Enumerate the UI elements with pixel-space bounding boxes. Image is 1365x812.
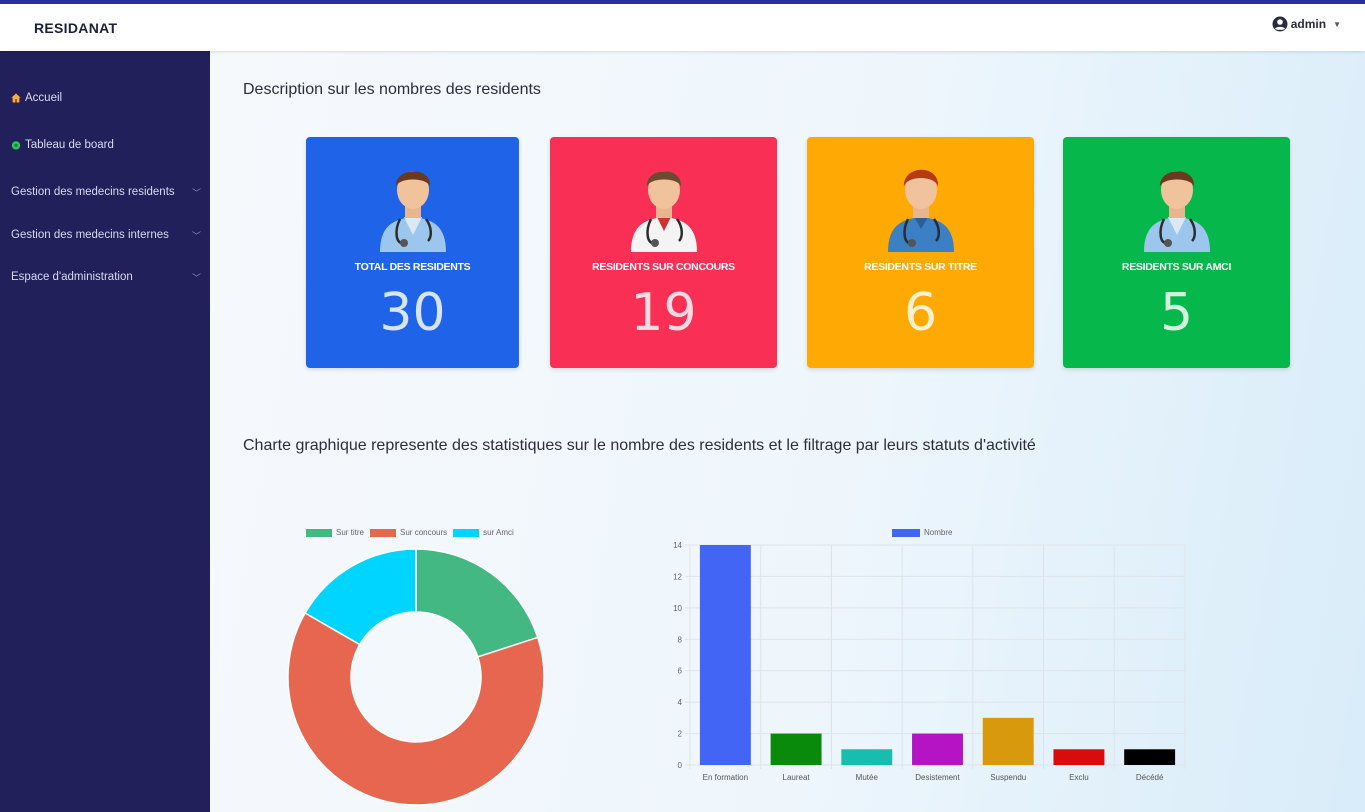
card-value: 5: [1159, 283, 1194, 343]
user-name: admin: [1290, 17, 1327, 31]
x-tick-label: Desistement: [915, 773, 960, 782]
x-tick-label: En formation: [703, 773, 748, 782]
legend-label: Sur concours: [400, 528, 448, 537]
legend-item-sur-concours[interactable]: Sur concours: [370, 528, 447, 537]
x-tick-label: Laureat: [783, 773, 811, 782]
donut-chart: [287, 548, 545, 806]
section-title-charts: Charte graphique represente des statisti…: [243, 437, 1036, 454]
doctor-icon: [379, 171, 446, 252]
card-label: TOTAL DES RESIDENTS: [354, 261, 471, 273]
card-value: 30: [379, 283, 446, 343]
sidebar-item-label: Gestion des medecins residents: [11, 186, 175, 198]
legend-swatch: [892, 528, 920, 537]
donut-legend: Sur titre Sur concours sur Amci: [306, 528, 514, 537]
sidebar-item-gestion-internes[interactable]: Gestion des medecins internes ﹀: [11, 229, 201, 241]
doctor-icon: [887, 169, 954, 252]
caret-down-icon: ▼: [1333, 19, 1341, 29]
sidebar-item-accueil[interactable]: Accueil: [11, 92, 201, 104]
y-tick-label: 14: [673, 541, 682, 550]
y-tick-label: 10: [673, 604, 682, 613]
y-tick-label: 6: [678, 667, 683, 676]
x-tick-label: Exclu: [1069, 773, 1089, 782]
legend-swatch: [370, 528, 397, 537]
legend-item-sur-amci[interactable]: sur Amci: [453, 528, 514, 537]
sidebar-item-administration[interactable]: Espace d'administration ﹀: [11, 271, 201, 283]
main-content: Description sur les nombres des resident…: [210, 51, 1365, 812]
y-tick-label: 12: [673, 572, 682, 581]
card-total-residents[interactable]: TOTAL DES RESIDENTS 30: [306, 137, 519, 368]
card-value: 19: [630, 283, 697, 343]
bar-1[interactable]: [770, 733, 822, 765]
y-tick-label: 8: [678, 635, 683, 644]
section-title-description: Description sur les nombres des resident…: [243, 81, 541, 98]
sidebar-item-label: Accueil: [25, 92, 63, 104]
doctor-icon: [630, 171, 697, 252]
bar-chart: 0 2 4 6 8 10 12 14 En formation Laureat Mutée Desis…: [673, 541, 1186, 782]
x-tick-label: Mutée: [856, 773, 879, 782]
bar-0[interactable]: [699, 545, 751, 765]
sidebar: Accueil Tableau de board Gestion des med…: [0, 51, 210, 812]
donut-slice-0[interactable]: [415, 548, 539, 658]
sidebar-item-label: Espace d'administration: [11, 271, 133, 283]
home-icon: [11, 93, 21, 103]
chevron-down-icon: ﹀: [191, 188, 201, 198]
user-menu[interactable]: admin ▼: [1272, 16, 1341, 32]
dashboard-icon: [11, 141, 21, 150]
doctor-icon: [1143, 171, 1210, 252]
legend-label: Sur titre: [336, 528, 365, 537]
legend-item-sur-titre[interactable]: Sur titre: [306, 528, 364, 537]
y-tick-label: 4: [678, 698, 683, 707]
legend-label: sur Amci: [483, 528, 514, 537]
card-residents-concours[interactable]: RESIDENTS SUR CONCOURS 19: [550, 137, 777, 368]
y-tick-label: 2: [678, 730, 683, 739]
user-circle-icon: [1272, 16, 1288, 32]
sidebar-item-label: Tableau de board: [25, 139, 114, 151]
sidebar-item-tableau-de-board[interactable]: Tableau de board: [11, 139, 201, 151]
sidebar-item-label: Gestion des medecins internes: [11, 229, 169, 241]
legend-swatch: [306, 528, 332, 537]
card-label: RESIDENTS SUR AMCI: [1121, 261, 1232, 273]
bar-5[interactable]: [1053, 749, 1105, 765]
card-label: RESIDENTS SUR TITRE: [864, 261, 977, 273]
bar-legend: Nombre: [892, 528, 952, 537]
top-navbar: RESIDANAT admin ▼: [0, 4, 1365, 51]
brand-logo[interactable]: RESIDANAT: [34, 20, 117, 36]
bar-2[interactable]: [841, 749, 893, 765]
bar-3[interactable]: [912, 733, 963, 765]
bar-4[interactable]: [982, 717, 1034, 765]
legend-item-nombre[interactable]: Nombre: [892, 528, 952, 537]
x-tick-label: Décédé: [1136, 773, 1164, 782]
card-label: RESIDENTS SUR CONCOURS: [592, 261, 735, 273]
chevron-down-icon: ﹀: [191, 231, 201, 241]
x-tick-label: Suspendu: [990, 773, 1026, 782]
bar-6[interactable]: [1124, 749, 1176, 765]
card-value: 6: [903, 283, 938, 343]
legend-swatch: [453, 528, 480, 537]
sidebar-item-gestion-residents[interactable]: Gestion des medecins residents ﹀: [11, 186, 201, 198]
y-tick-label: 0: [678, 761, 683, 770]
card-residents-amci[interactable]: RESIDENTS SUR AMCI 5: [1063, 137, 1290, 368]
chevron-down-icon: ﹀: [191, 273, 201, 283]
legend-label: Nombre: [924, 528, 953, 537]
card-residents-titre[interactable]: RESIDENTS SUR TITRE 6: [807, 137, 1034, 368]
